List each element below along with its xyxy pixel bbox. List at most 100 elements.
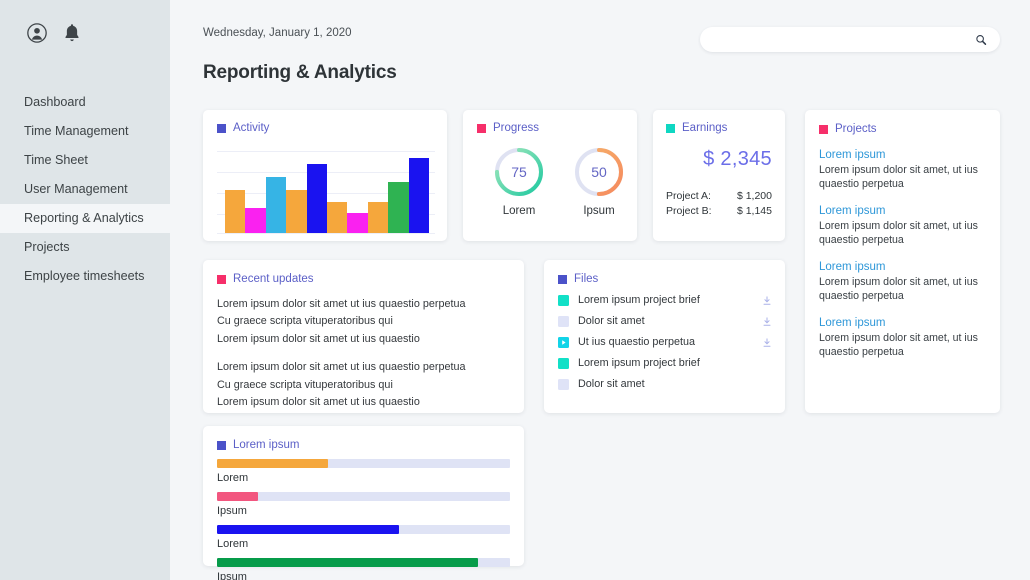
earnings-card-header: Earnings: [666, 122, 772, 134]
sidebar-item-time-sheet[interactable]: Time Sheet: [0, 146, 170, 175]
sidebar-item-user-management[interactable]: User Management: [0, 175, 170, 204]
lorem-ipsum-card: Lorem ipsum LoremIpsumLoremIpsum: [203, 426, 524, 566]
search-bar[interactable]: [700, 27, 1000, 52]
progress-bar-item: Ipsum: [217, 492, 510, 517]
lorem-ipsum-card-header: Lorem ipsum: [217, 439, 510, 451]
activity-bar: [388, 182, 408, 233]
search-input[interactable]: [700, 34, 970, 46]
bell-icon[interactable]: [61, 22, 83, 44]
progress-ring-item: 75 Lorem: [485, 146, 553, 217]
activity-bar: [347, 213, 367, 233]
account-icon[interactable]: [26, 22, 48, 44]
files-card: Files Lorem ipsum project brief Dolor sit…: [544, 260, 785, 413]
earnings-total: $ 2,345: [666, 148, 772, 171]
files-list: Lorem ipsum project brief Dolor sit amet U…: [558, 294, 773, 390]
progress-ring-label: Ipsum: [565, 205, 633, 217]
projects-list: Lorem ipsum Lorem ipsum dolor sit amet, u…: [819, 149, 986, 359]
progress-donut-chart: 75: [493, 146, 545, 198]
sidebar-item-projects[interactable]: Projects: [0, 233, 170, 262]
file-name: Ut ius quaestio perpetua: [578, 336, 752, 348]
file-row[interactable]: Dolor sit amet: [558, 315, 773, 327]
sidebar-item-time-management[interactable]: Time Management: [0, 117, 170, 146]
project-title-link[interactable]: Lorem ipsum: [819, 149, 986, 161]
file-row[interactable]: Lorem ipsum project brief: [558, 357, 773, 369]
topbar: Wednesday, January 1, 2020 Reporting & A…: [170, 0, 1030, 96]
project-list-item: Lorem ipsumLorem ipsum dolor sit amet, u…: [819, 317, 986, 359]
progress-ring-value: 75: [493, 146, 545, 198]
progress-ring-label: Lorem: [485, 205, 553, 217]
lorem-ipsum-progress-bars: Lorem Ipsum Lorem Ipsum: [217, 459, 510, 580]
progress-donuts: 75 Lorem 50Ipsum: [477, 146, 637, 217]
activity-bar-chart: [217, 145, 435, 233]
recent-updates-card: Recent updates Lorem ipsum dolor sit ame…: [203, 260, 524, 413]
update-line: Lorem ipsum dolor sit amet ut ius quaest…: [217, 394, 524, 411]
projects-accent-dot: [819, 125, 828, 134]
progress-bar-fill: [217, 459, 328, 468]
progress-bar-track: [217, 459, 510, 468]
progress-bar-fill: [217, 525, 399, 534]
progress-bar-track: [217, 492, 510, 501]
recent-updates-card-header: Recent updates: [217, 273, 524, 285]
project-title-link[interactable]: Lorem ipsum: [819, 205, 986, 217]
update-line: Lorem ipsum dolor sit amet ut ius quaest…: [217, 296, 524, 313]
download-placeholder: [761, 378, 773, 390]
download-icon[interactable]: [761, 294, 773, 306]
earnings-row-value: $ 1,145: [737, 205, 772, 217]
progress-accent-dot: [477, 124, 486, 133]
progress-bar-label: Ipsum: [217, 571, 510, 580]
download-icon[interactable]: [761, 315, 773, 327]
project-title-link[interactable]: Lorem ipsum: [819, 261, 986, 273]
search-icon[interactable]: [970, 33, 992, 47]
activity-bar: [368, 202, 388, 233]
progress-bar-label: Lorem: [217, 472, 510, 484]
download-placeholder: [761, 357, 773, 369]
file-pale-icon: [558, 379, 569, 390]
sidebar-item-employee-timesheets[interactable]: Employee timesheets: [0, 262, 170, 291]
recent-updates-title: Recent updates: [233, 273, 314, 285]
earnings-accent-dot: [666, 124, 675, 133]
earnings-row-label: Project B:: [666, 205, 712, 217]
activity-bar: [409, 158, 429, 233]
files-card-header: Files: [558, 273, 773, 285]
project-description: Lorem ipsum dolor sit amet, ut ius quaes…: [819, 220, 986, 247]
file-row[interactable]: Dolor sit amet: [558, 378, 773, 390]
sidebar-item-dashboard[interactable]: Dashboard: [0, 88, 170, 117]
progress-ring-item: 50Ipsum: [565, 146, 633, 217]
project-description: Lorem ipsum dolor sit amet, ut ius quaes…: [819, 276, 986, 303]
earnings-row: Project B: $ 1,145: [666, 205, 772, 217]
activity-bar: [307, 164, 327, 233]
update-group: Lorem ipsum dolor sit amet ut ius quaest…: [217, 359, 524, 411]
activity-title: Activity: [233, 122, 269, 134]
sidebar-icon-row: [0, 0, 170, 44]
update-line: Cu graece scripta vituperatoribus qui: [217, 313, 524, 330]
sidebar-nav: Dashboard Time Management Time Sheet Use…: [0, 88, 170, 291]
file-row[interactable]: Ut ius quaestio perpetua: [558, 336, 773, 348]
progress-bar-item: Ipsum: [217, 558, 510, 580]
files-accent-dot: [558, 275, 567, 284]
earnings-row: Project A: $ 1,200: [666, 190, 772, 202]
activity-bar: [245, 208, 265, 233]
main-content: Wednesday, January 1, 2020 Reporting & A…: [170, 0, 1030, 580]
activity-bar: [286, 190, 306, 233]
lorem-ipsum-accent-dot: [217, 441, 226, 450]
progress-bar-item: Lorem: [217, 525, 510, 550]
recent-updates-list: Lorem ipsum dolor sit amet ut ius quaest…: [217, 296, 524, 412]
progress-title: Progress: [493, 122, 539, 134]
progress-bar-track: [217, 558, 510, 567]
project-title-link[interactable]: Lorem ipsum: [819, 317, 986, 329]
progress-bar-fill: [217, 492, 258, 501]
update-line: Cu graece scripta vituperatoribus qui: [217, 377, 524, 394]
file-teal-icon: [558, 358, 569, 369]
sidebar-item-reporting-analytics[interactable]: Reporting & Analytics: [0, 204, 170, 233]
projects-card-header: Projects: [819, 123, 986, 135]
page-title: Reporting & Analytics: [203, 62, 397, 84]
projects-card: Projects Lorem ipsum Lorem ipsum dolor si…: [805, 110, 1000, 413]
lorem-ipsum-title: Lorem ipsum: [233, 439, 299, 451]
projects-title: Projects: [835, 123, 877, 135]
update-line: Lorem ipsum dolor sit amet ut ius quaest…: [217, 331, 524, 348]
earnings-row-label: Project A:: [666, 190, 711, 202]
download-icon[interactable]: [761, 336, 773, 348]
file-row[interactable]: Lorem ipsum project brief: [558, 294, 773, 306]
progress-bar-label: Ipsum: [217, 505, 510, 517]
earnings-row-value: $ 1,200: [737, 190, 772, 202]
